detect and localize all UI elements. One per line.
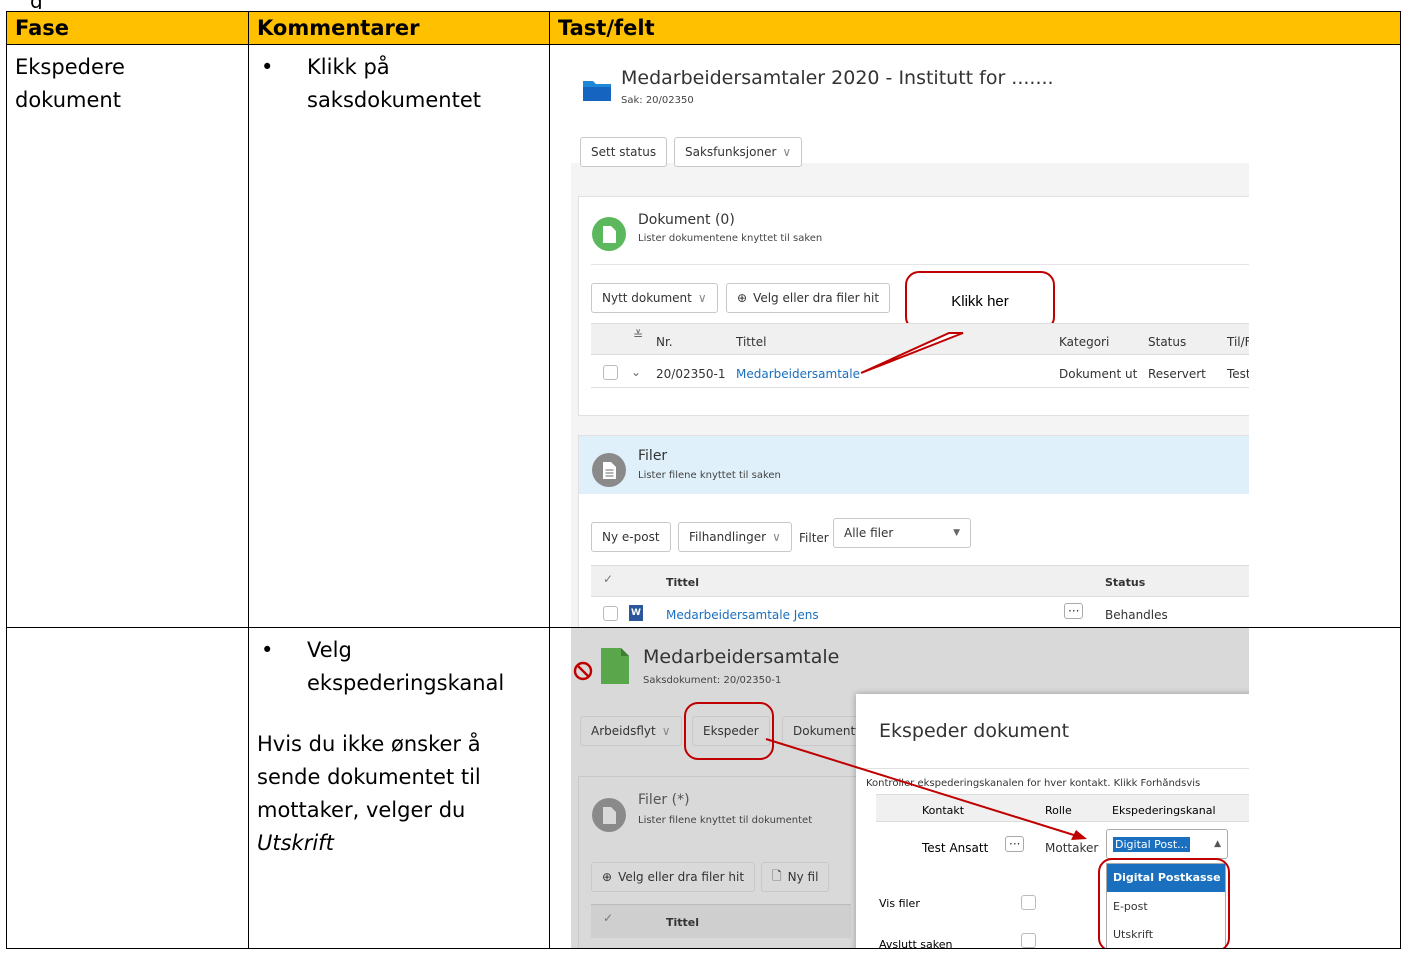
print-option-emphasis: Utskrift (257, 831, 334, 855)
bullet-item: • Klikk på saksdokumentet (257, 51, 541, 117)
new-email-button[interactable]: Ny e-post (591, 522, 671, 552)
file-icon (592, 453, 626, 487)
files-col-status: Status (1105, 576, 1146, 589)
files-title: Filer (638, 448, 668, 464)
word-doc-icon: W (629, 605, 643, 621)
bullet-text: Velg ekspederingskanal (307, 638, 505, 695)
files-subtitle: Lister filene knyttet til saken (638, 470, 781, 481)
header-tast-felt: Tast/felt (549, 11, 1401, 45)
instruction-table: Fase Kommentarer Tast/felt Ekspedere dok… (6, 11, 1401, 949)
more-options-button[interactable]: ··· (1064, 603, 1084, 619)
fase-text (7, 628, 248, 640)
header-row: Fase Kommentarer Tast/felt (6, 11, 1401, 45)
filter-label: Filter (799, 531, 829, 545)
caret-down-icon: ▼ (953, 528, 960, 538)
file-status: Behandles (1105, 608, 1168, 622)
bullet-text: Klikk på saksdokumentet (307, 55, 481, 112)
filter-select[interactable]: Alle filer ▼ (833, 518, 971, 548)
file-actions-button[interactable]: Filhandlinger ∨ (678, 522, 792, 552)
cut-heading-fragment: g (0, 0, 1405, 9)
pointer-arrow (765, 738, 1087, 840)
step-row-1: Ekspedere dokument • Klikk på saksdokume… (6, 44, 1401, 628)
screenshot-dispatch-dialog: Medarbeidersamtale Saksdokument: 20/0235… (571, 628, 1249, 948)
bullet-item: • Velg ekspederingskanal (257, 634, 541, 700)
screenshot-case-view: Medarbeidersamtaler 2020 - Institutt for… (571, 45, 1249, 627)
check-all-icon[interactable]: ✓ (603, 572, 613, 586)
files-col-title: Tittel (666, 576, 700, 589)
file-title-link[interactable]: Medarbeidersamtale Jens (666, 608, 819, 622)
step-row-2: • Velg ekspederingskanal Hvis du ikke øn… (6, 627, 1401, 949)
fase-text: Ekspedere dokument (15, 55, 125, 112)
header-kommentarer: Kommentarer (248, 11, 550, 45)
header-fase: Fase (6, 11, 249, 45)
instruction-paragraph: Hvis du ikke ønsker å sende dokumentet t… (257, 732, 481, 855)
chevron-down-icon: ∨ (772, 530, 781, 544)
row-checkbox[interactable] (603, 606, 618, 621)
